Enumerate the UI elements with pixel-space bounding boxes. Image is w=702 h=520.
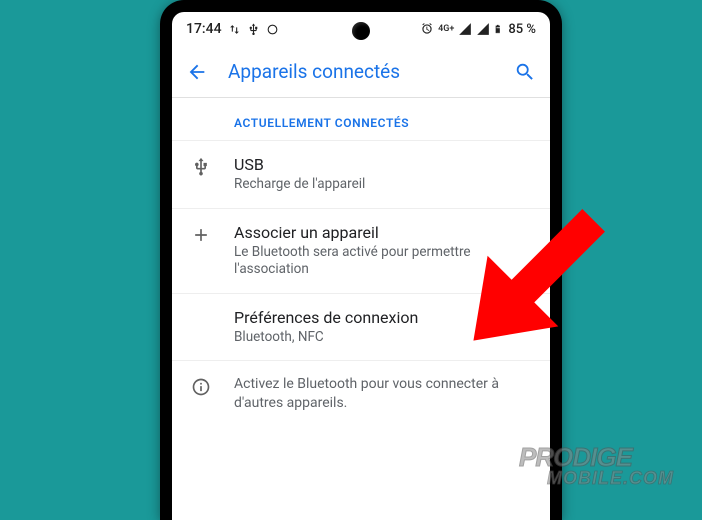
- alarm-icon: [420, 22, 434, 36]
- front-camera-notch: [352, 22, 370, 40]
- signal-icon-1: [458, 22, 472, 36]
- list-item-pair[interactable]: Associer un appareil Le Bluetooth sera a…: [172, 208, 550, 293]
- page-title: Appareils connectés: [228, 60, 494, 83]
- info-text: Activez le Bluetooth pour vous connecter…: [234, 375, 532, 413]
- watermark: PRODIGE MOBILE.COM: [519, 446, 674, 486]
- arrow-back-icon: [186, 61, 208, 83]
- battery-percent: 85 %: [508, 22, 536, 37]
- info-icon: [186, 375, 216, 397]
- search-icon: [514, 61, 536, 83]
- phone-screen: 17:44 4G+ 85 % Appareils connectés: [172, 12, 550, 520]
- usb-icon: [247, 23, 260, 36]
- pair-title: Associer un appareil: [234, 223, 532, 242]
- list-item-usb[interactable]: USB Recharge de l'appareil: [172, 140, 550, 208]
- section-header: ACTUELLEMENT CONNECTÉS: [172, 98, 550, 140]
- phone-frame: 17:44 4G+ 85 % Appareils connectés: [160, 0, 562, 520]
- pair-subtitle: Le Bluetooth sera activé pour permettre …: [234, 244, 532, 279]
- spacer-icon: [186, 308, 216, 310]
- watermark-line1: PRODIGE: [519, 446, 674, 469]
- watermark-line2: MOBILE.COM: [547, 470, 674, 486]
- signal-icon-2: [476, 22, 490, 36]
- usb-title: USB: [234, 155, 532, 174]
- back-button[interactable]: [186, 61, 208, 83]
- status-left: 17:44: [186, 21, 279, 37]
- usb-icon: [186, 155, 216, 177]
- battery-icon: [494, 21, 504, 37]
- search-button[interactable]: [514, 61, 536, 83]
- usb-subtitle: Recharge de l'appareil: [234, 176, 532, 194]
- info-row: Activez le Bluetooth pour vous connecter…: [172, 360, 550, 427]
- list-item-connection-prefs[interactable]: Préférences de connexion Bluetooth, NFC: [172, 293, 550, 361]
- app-bar: Appareils connectés: [172, 46, 550, 98]
- status-time: 17:44: [186, 21, 222, 37]
- plus-icon: [186, 223, 216, 245]
- circle-icon: [266, 23, 279, 36]
- network-label: 4G+: [438, 25, 454, 34]
- status-right: 4G+ 85 %: [420, 21, 536, 37]
- prefs-title: Préférences de connexion: [234, 308, 532, 327]
- prefs-subtitle: Bluetooth, NFC: [234, 329, 532, 347]
- data-transfer-icon: [228, 23, 241, 36]
